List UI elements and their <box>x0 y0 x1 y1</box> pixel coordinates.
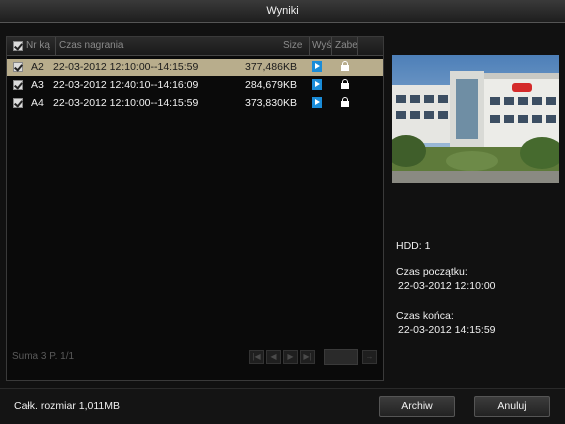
building-photo-icon <box>392 55 559 183</box>
table-row[interactable]: A4 22-03-2012 12:10:00--14:15:59 373,830… <box>7 95 383 112</box>
table-header: Nr ką Czas nagrania Size Wyś Zabe <box>7 37 383 56</box>
row-checkbox[interactable] <box>13 62 23 72</box>
row-checkbox[interactable] <box>13 98 23 108</box>
lock-icon[interactable] <box>341 97 349 107</box>
end-time-label: Czas końca: <box>396 310 454 322</box>
cancel-button[interactable]: Anuluj <box>474 396 550 417</box>
last-page-icon[interactable]: ▶| <box>300 350 315 364</box>
header-time[interactable]: Czas nagrania <box>59 40 123 51</box>
next-page-icon[interactable]: ▶ <box>283 350 298 364</box>
hdd-label: HDD: 1 <box>396 240 431 252</box>
header-lock[interactable]: Zabe <box>335 40 358 51</box>
play-icon[interactable] <box>312 97 322 108</box>
row-size: 373,830KB <box>245 97 297 109</box>
row-size: 377,486KB <box>245 61 297 73</box>
header-size[interactable]: Size <box>283 40 302 51</box>
select-all-checkbox[interactable] <box>13 41 23 51</box>
play-icon[interactable] <box>312 79 322 90</box>
list-footer: Suma 3 P. 1/1 |◀ ◀ ▶ ▶| → <box>6 345 382 369</box>
page-summary: Suma 3 P. 1/1 <box>12 351 75 362</box>
row-no: A3 <box>31 79 44 91</box>
first-page-icon[interactable]: |◀ <box>249 350 264 364</box>
lock-icon[interactable] <box>341 79 349 89</box>
row-checkbox[interactable] <box>13 80 23 90</box>
results-list: Nr ką Czas nagrania Size Wyś Zabe A2 22-… <box>6 36 384 381</box>
preview-thumbnail <box>392 55 559 183</box>
archive-button[interactable]: Archiw <box>379 396 455 417</box>
page-number-input[interactable] <box>324 349 358 365</box>
table-row[interactable]: A3 22-03-2012 12:40:10--14:16:09 284,679… <box>7 77 383 94</box>
play-icon[interactable] <box>312 61 322 72</box>
bottom-bar: Całk. rozmiar 1,011MB Archiw Anuluj <box>0 388 565 424</box>
results-dialog: Wyniki Nr ką Czas nagrania Size Wyś Zabe… <box>0 0 565 424</box>
lock-icon[interactable] <box>341 61 349 71</box>
row-time: 22-03-2012 12:40:10--14:16:09 <box>53 79 199 91</box>
start-time-label: Czas początku: <box>396 266 468 278</box>
table-row[interactable]: A2 22-03-2012 12:10:00--14:15:59 377,486… <box>7 59 383 76</box>
row-time: 22-03-2012 12:10:00--14:15:59 <box>53 97 199 109</box>
row-time: 22-03-2012 12:10:00--14:15:59 <box>53 61 199 73</box>
header-no[interactable]: Nr ką <box>26 40 50 51</box>
header-play[interactable]: Wyś <box>312 40 331 51</box>
row-no: A2 <box>31 61 44 73</box>
end-time-value: 22-03-2012 14:15:59 <box>398 324 496 336</box>
total-size: Całk. rozmiar 1,011MB <box>14 400 121 412</box>
prev-page-icon[interactable]: ◀ <box>266 350 281 364</box>
row-size: 284,679KB <box>245 79 297 91</box>
start-time-value: 22-03-2012 12:10:00 <box>398 280 496 292</box>
dialog-title: Wyniki <box>0 0 565 23</box>
go-page-icon[interactable]: → <box>362 350 377 364</box>
row-no: A4 <box>31 97 44 109</box>
